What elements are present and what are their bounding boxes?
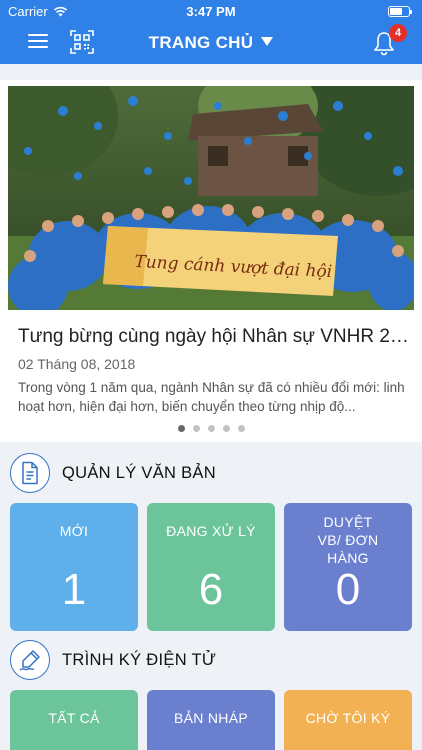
tile-drafts[interactable]: BẢN NHÁP [147, 690, 275, 750]
home-title-label: TRANG CHỦ [148, 33, 254, 52]
tile-count: 1 [61, 565, 87, 614]
news-title[interactable]: Tưng bừng cùng ngày hội Nhân sự VNHR 201… [18, 326, 414, 348]
news-image[interactable]: Tung cánh vượt đại hội [8, 86, 414, 310]
nav-bar: TRANG CHỦ [0, 24, 422, 62]
tile-count: 0 [335, 565, 361, 614]
tile-processing-documents[interactable]: ĐANG XỬ LÝ 6 [147, 503, 275, 631]
news-carousel: Tung cánh vượt đại hội Tưng bừng cùng ng… [0, 80, 422, 442]
tile-label: CHỜ TÔI KÝ [305, 710, 391, 726]
app-screen: Carrier 3:47 PM TRANG CHỦ 4 Tung cánh vư… [0, 0, 422, 750]
tile-approve-documents[interactable]: DUYỆT VB/ ĐƠN HÀNG 0 [284, 503, 412, 631]
e-signature-header: TRÌNH KÝ ĐIỆN TỬ [10, 640, 216, 680]
carousel-dot[interactable] [237, 425, 245, 432]
tile-new-documents[interactable]: MỚI 1 [10, 503, 138, 631]
home-title-dropdown[interactable]: TRANG CHỦ [0, 33, 422, 53]
carousel-dot[interactable] [177, 425, 185, 432]
signature-icon [10, 640, 50, 680]
section-title: QUẢN LÝ VĂN BẢN [62, 463, 216, 482]
caret-down-icon [261, 37, 274, 46]
carousel-dot[interactable] [207, 425, 215, 432]
document-icon [10, 453, 50, 493]
tile-count: 6 [198, 565, 224, 614]
status-time: 3:47 PM [186, 4, 236, 19]
tile-label: BẢN NHÁP [174, 710, 248, 726]
news-date: 02 Tháng 08, 2018 [18, 356, 136, 372]
notification-badge: 4 [389, 24, 407, 42]
top-header: Carrier 3:47 PM TRANG CHỦ [0, 0, 422, 64]
tile-label: ĐANG XỬ LÝ [166, 523, 256, 539]
battery-icon [388, 6, 412, 17]
tile-label: TẤT CẢ [48, 710, 100, 726]
carousel-dot[interactable] [192, 425, 200, 432]
tile-label: MỚI [59, 523, 89, 539]
carousel-pagination [0, 425, 422, 432]
section-title: TRÌNH KÝ ĐIỆN TỬ [62, 650, 217, 669]
tile-label: DUYỆT VB/ ĐƠN HÀNG [317, 514, 379, 566]
carousel-dot[interactable] [222, 425, 230, 432]
document-management-header: QUẢN LÝ VĂN BẢN [10, 453, 216, 493]
tile-awaiting-my-signature[interactable]: CHỜ TÔI KÝ [284, 690, 412, 750]
group-photo: Tung cánh vượt đại hội [8, 86, 414, 310]
news-excerpt: Trong vòng 1 năm qua, ngành Nhân sự đã c… [18, 380, 405, 414]
tile-all-signatures[interactable]: TẤT CẢ [10, 690, 138, 750]
status-bar: Carrier 3:47 PM [0, 0, 422, 22]
